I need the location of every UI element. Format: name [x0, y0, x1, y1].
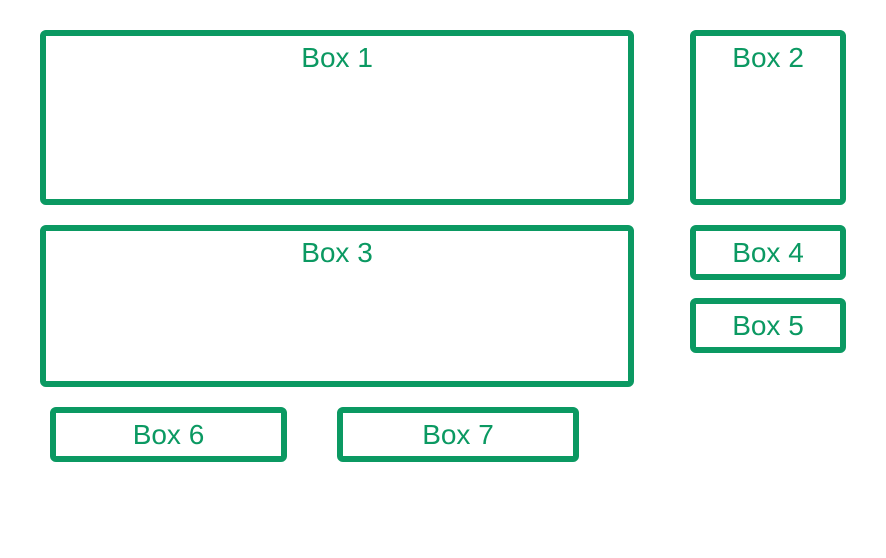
- box-3: Box 3: [40, 225, 634, 387]
- row-3: Box 6 Box 7: [40, 407, 846, 462]
- right-column: Box 4 Box 5: [690, 225, 846, 387]
- box-5: Box 5: [690, 298, 846, 353]
- row-2: Box 3 Box 4 Box 5: [40, 225, 846, 387]
- box-7-label: Box 7: [422, 419, 494, 450]
- box-2-label: Box 2: [732, 42, 804, 73]
- box-5-label: Box 5: [732, 310, 804, 341]
- box-6: Box 6: [50, 407, 287, 462]
- box-7: Box 7: [337, 407, 579, 462]
- box-3-label: Box 3: [301, 237, 373, 268]
- row-1: Box 1 Box 2: [40, 30, 846, 205]
- box-1: Box 1: [40, 30, 634, 205]
- box-2: Box 2: [690, 30, 846, 205]
- box-4-label: Box 4: [732, 237, 804, 268]
- box-6-label: Box 6: [133, 419, 205, 450]
- box-1-label: Box 1: [301, 42, 373, 73]
- box-4: Box 4: [690, 225, 846, 280]
